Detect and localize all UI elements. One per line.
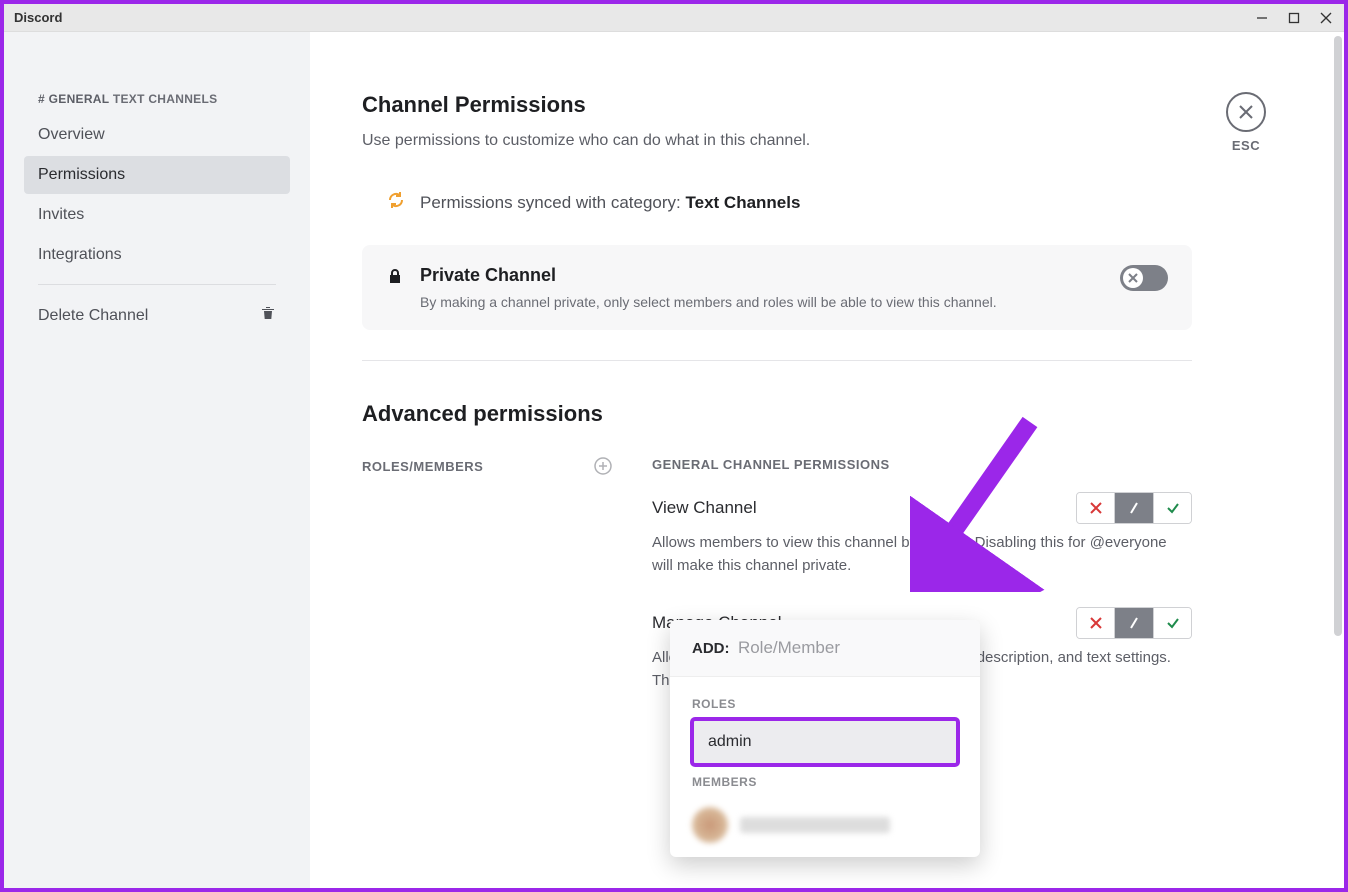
permission-allow-button[interactable] xyxy=(1153,493,1191,523)
permission-allow-button[interactable] xyxy=(1153,608,1191,638)
sidebar-item-permissions[interactable]: Permissions xyxy=(24,156,290,194)
lock-icon xyxy=(386,267,404,290)
sidebar-item-overview[interactable]: Overview xyxy=(24,116,290,154)
sync-row: Permissions synced with category: Text C… xyxy=(362,190,1284,215)
popover-member-item[interactable] xyxy=(692,797,958,853)
channel-name: GENERAL xyxy=(49,92,110,106)
window-controls xyxy=(1254,10,1334,26)
delete-channel-label: Delete Channel xyxy=(38,307,148,325)
trash-icon xyxy=(260,305,276,326)
app-body: # GENERAL TEXT CHANNELS Overview Permiss… xyxy=(4,32,1344,888)
app-window: Discord # GENERAL TEXT CHANNELS Overview… xyxy=(4,4,1344,888)
permission-neutral-button[interactable] xyxy=(1115,493,1153,523)
advanced-permissions-title: Advanced permissions xyxy=(362,401,1284,427)
page-title: Channel Permissions xyxy=(362,92,1284,118)
sidebar-divider xyxy=(38,284,276,285)
sync-text: Permissions synced with category: Text C… xyxy=(420,193,800,213)
avatar xyxy=(692,807,728,843)
app-title: Discord xyxy=(14,10,62,25)
titlebar: Discord xyxy=(4,4,1344,32)
roles-members-label: ROLES/MEMBERS xyxy=(362,459,483,474)
permission-desc: Allows members to view this channel by d… xyxy=(652,532,1192,577)
permission-neutral-button[interactable] xyxy=(1115,608,1153,638)
permission-toggle xyxy=(1076,607,1192,639)
hash-icon: # xyxy=(38,92,45,106)
permission-deny-button[interactable] xyxy=(1077,608,1115,638)
popover-members-label: MEMBERS xyxy=(692,775,958,789)
minimize-button[interactable] xyxy=(1254,10,1270,26)
sidebar-item-integrations[interactable]: Integrations xyxy=(24,236,290,274)
page-subtitle: Use permissions to customize who can do … xyxy=(362,132,1284,150)
channel-category: TEXT CHANNELS xyxy=(113,92,218,106)
popover-roles-label: ROLES xyxy=(692,697,958,711)
sync-category: Text Channels xyxy=(686,193,801,212)
popover-header: ADD: Role/Member xyxy=(670,620,980,677)
private-channel-card: Private Channel By making a channel priv… xyxy=(362,245,1192,330)
permission-deny-button[interactable] xyxy=(1077,493,1115,523)
general-channel-permissions-label: GENERAL CHANNEL PERMISSIONS xyxy=(652,457,1192,472)
sidebar-item-invites[interactable]: Invites xyxy=(24,196,290,234)
permission-view-channel: View Channel Allows members to view this… xyxy=(652,492,1192,577)
popover-search-input[interactable]: Role/Member xyxy=(738,638,840,657)
popover-add-label: ADD: xyxy=(692,640,730,657)
private-channel-toggle[interactable] xyxy=(1120,265,1168,291)
sync-icon xyxy=(386,190,406,215)
toggle-knob xyxy=(1123,268,1143,288)
maximize-button[interactable] xyxy=(1286,10,1302,26)
close-window-button[interactable] xyxy=(1318,10,1334,26)
settings-sidebar: # GENERAL TEXT CHANNELS Overview Permiss… xyxy=(4,32,310,888)
close-settings-button[interactable]: ESC xyxy=(1226,92,1266,153)
popover-role-admin[interactable]: admin xyxy=(692,719,958,765)
sidebar-channel-header: # GENERAL TEXT CHANNELS xyxy=(24,92,290,116)
main-content: ESC Channel Permissions Use permissions … xyxy=(310,32,1344,888)
scrollbar[interactable] xyxy=(1334,36,1342,875)
permission-toggle xyxy=(1076,492,1192,524)
member-name xyxy=(740,817,890,833)
private-channel-title: Private Channel xyxy=(420,265,1104,286)
sidebar-delete-channel[interactable]: Delete Channel xyxy=(24,295,290,336)
close-icon xyxy=(1226,92,1266,132)
roles-column: ROLES/MEMBERS xyxy=(362,457,612,722)
add-role-popover: ADD: Role/Member ROLES admin MEMBERS xyxy=(670,620,980,857)
permission-name: View Channel xyxy=(652,498,757,518)
divider xyxy=(362,360,1192,361)
close-label: ESC xyxy=(1226,138,1266,153)
private-channel-desc: By making a channel private, only select… xyxy=(420,294,1104,310)
add-role-button[interactable] xyxy=(594,457,612,475)
